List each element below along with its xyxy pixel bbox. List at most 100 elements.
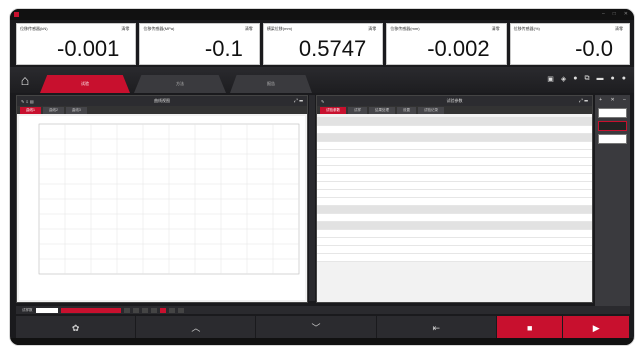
home-icon[interactable]: ⌂ bbox=[10, 67, 40, 93]
start-button[interactable]: ▶ bbox=[563, 316, 630, 340]
record-icon[interactable]: ● bbox=[573, 75, 577, 83]
tab-curve-3[interactable]: 曲线3 bbox=[65, 107, 87, 114]
status-chip[interactable] bbox=[132, 307, 139, 313]
meter-value: 0.5747 bbox=[298, 36, 367, 61]
status-chip[interactable] bbox=[168, 307, 175, 313]
progress-bar bbox=[60, 307, 121, 313]
tab-settings[interactable]: 设置 bbox=[397, 107, 416, 114]
meter-value: -0.1 bbox=[204, 36, 243, 61]
info-icon[interactable]: ● bbox=[622, 75, 626, 83]
meter-label: 位移传感器(MPa) bbox=[143, 26, 175, 31]
chart-grid bbox=[38, 123, 300, 275]
meter-5[interactable]: 位移传感器(%) 清零 -0.0 bbox=[509, 23, 631, 65]
sample-item-selected[interactable] bbox=[598, 121, 627, 131]
tab-report[interactable]: 报告 bbox=[230, 75, 312, 93]
table-row[interactable] bbox=[317, 237, 592, 246]
table-row[interactable] bbox=[317, 181, 592, 190]
add-icon[interactable]: + bbox=[599, 97, 602, 103]
stop-button[interactable]: ■ bbox=[496, 316, 564, 340]
sidebar-tools: + ✕ – bbox=[595, 95, 630, 105]
meter-2[interactable]: 位移传感器(MPa) 清零 -0.1 bbox=[139, 23, 260, 65]
stop-square-icon: ■ bbox=[526, 322, 533, 333]
meter-label: 横梁位移(mm) bbox=[266, 26, 293, 31]
status-chip[interactable] bbox=[141, 307, 148, 313]
table-row[interactable] bbox=[317, 125, 592, 134]
sample-item[interactable] bbox=[598, 134, 627, 144]
return-button[interactable]: ⇤ bbox=[377, 316, 497, 340]
tab-specimen[interactable]: 试样 bbox=[348, 107, 367, 114]
meter-value: -0.002 bbox=[427, 36, 490, 61]
params-panel-title: 试验参数 bbox=[446, 98, 463, 103]
app-window: – □ ✕ 位移传感器(kN) 清零 -0.001 位移传感器(MPa) 清零 … bbox=[9, 8, 635, 346]
meter-1[interactable]: 位移传感器(kN) 清零 -0.001 bbox=[16, 23, 137, 65]
params-panel: ✎ 试验参数 ⤢ ☰ 试验参数 试样 结果处理 设置 试验记录 bbox=[316, 95, 593, 303]
status-chip[interactable] bbox=[123, 307, 130, 313]
table-row[interactable] bbox=[317, 213, 592, 222]
meter-zero-button[interactable]: 清零 bbox=[368, 26, 376, 32]
delete-icon[interactable]: ✕ bbox=[610, 97, 614, 103]
sample-count-input[interactable] bbox=[35, 307, 58, 313]
title-bar: – □ ✕ bbox=[10, 9, 634, 20]
status-chip[interactable] bbox=[177, 307, 184, 313]
status-chip-active[interactable] bbox=[159, 307, 166, 313]
meter-3[interactable]: 横梁位移(mm) 清零 0.5747 bbox=[262, 23, 384, 65]
footer-status bbox=[10, 338, 634, 345]
sample-sidebar: + ✕ – bbox=[595, 95, 630, 307]
move-down-button[interactable]: ﹀ bbox=[256, 316, 377, 340]
table-row[interactable] bbox=[317, 253, 592, 262]
tab-method[interactable]: 方法 bbox=[134, 75, 226, 93]
table-row[interactable] bbox=[317, 189, 592, 198]
meter-label: 位移传感器(mm) bbox=[390, 26, 420, 31]
meter-4[interactable]: 位移传感器(mm) 清零 -0.002 bbox=[386, 23, 507, 65]
meter-value: -0.0 bbox=[575, 36, 614, 61]
splitter[interactable] bbox=[309, 95, 315, 301]
params-subtabs: 试验参数 试样 结果处理 设置 试验记录 bbox=[317, 106, 592, 114]
meter-zero-button[interactable]: 清零 bbox=[245, 26, 253, 32]
lock-icon[interactable]: ◈ bbox=[561, 75, 566, 83]
meter-zero-button[interactable]: 清零 bbox=[615, 26, 623, 32]
tab-test[interactable]: 试验 bbox=[40, 75, 130, 93]
meter-label: 位移传感器(kN) bbox=[20, 26, 48, 31]
close-icon[interactable]: ✕ bbox=[624, 11, 628, 17]
collapse-icon[interactable]: – bbox=[623, 97, 626, 103]
print-icon[interactable]: ▣ bbox=[547, 75, 554, 83]
sample-item[interactable] bbox=[598, 108, 627, 118]
tab-records[interactable]: 试验记录 bbox=[418, 107, 444, 114]
tab-curve-2[interactable]: 曲线2 bbox=[42, 107, 64, 114]
table-row[interactable] bbox=[317, 157, 592, 166]
stop-bar-icon: ⇤ bbox=[432, 322, 441, 333]
minimize-icon[interactable]: – bbox=[602, 11, 605, 17]
settings-button[interactable]: ✿ bbox=[16, 316, 137, 340]
status-chip[interactable] bbox=[150, 307, 157, 313]
window-controls: – □ ✕ bbox=[602, 11, 628, 17]
meter-row: 位移传感器(kN) 清零 -0.001 位移传感器(MPa) 清零 -0.1 横… bbox=[16, 23, 631, 65]
panel-tools-icon[interactable]: ⤢ ☰ bbox=[294, 98, 303, 104]
params-tools-icon[interactable]: ⤢ ☰ bbox=[579, 98, 588, 104]
table-row[interactable] bbox=[317, 141, 592, 150]
tab-params[interactable]: 试验参数 bbox=[320, 107, 346, 114]
meter-zero-button[interactable]: 清零 bbox=[492, 26, 500, 32]
table-row[interactable] bbox=[317, 173, 592, 182]
curve-subtabs: 曲线1 曲线2 曲线3 bbox=[17, 106, 307, 114]
maximize-icon[interactable]: □ bbox=[613, 11, 616, 17]
tab-results[interactable]: 结果处理 bbox=[369, 107, 395, 114]
table-row[interactable] bbox=[317, 245, 592, 254]
control-bar: ✿ ︿ ﹀ ⇤ ■ ▶ bbox=[16, 316, 630, 340]
nav-tools: ▣ ◈ ● ⧉ ▬ ● ● bbox=[547, 75, 626, 83]
play-icon: ▶ bbox=[592, 322, 600, 333]
meter-zero-button[interactable]: 清零 bbox=[121, 26, 129, 32]
move-up-button[interactable]: ︿ bbox=[136, 316, 257, 340]
table-row[interactable] bbox=[317, 149, 592, 158]
curve-chart[interactable] bbox=[19, 116, 305, 300]
meter-label: 位移传感器(%) bbox=[513, 26, 540, 31]
monitor-icon[interactable]: ▬ bbox=[597, 75, 604, 83]
curve-panel-header: ✎ ⇩ ▤ 曲线视图 ⤢ ☰ bbox=[17, 96, 307, 106]
main-nav: ⌂ 试验 方法 报告 ▣ ◈ ● ⧉ ▬ ● ● bbox=[10, 67, 634, 93]
table-row[interactable] bbox=[317, 229, 592, 238]
table-row[interactable] bbox=[317, 197, 592, 206]
meter-value: -0.001 bbox=[57, 36, 120, 61]
link-icon[interactable]: ⧉ bbox=[585, 75, 590, 83]
table-row[interactable] bbox=[317, 165, 592, 174]
tab-curve-1[interactable]: 曲线1 bbox=[20, 107, 41, 114]
settings-icon[interactable]: ● bbox=[611, 75, 615, 83]
